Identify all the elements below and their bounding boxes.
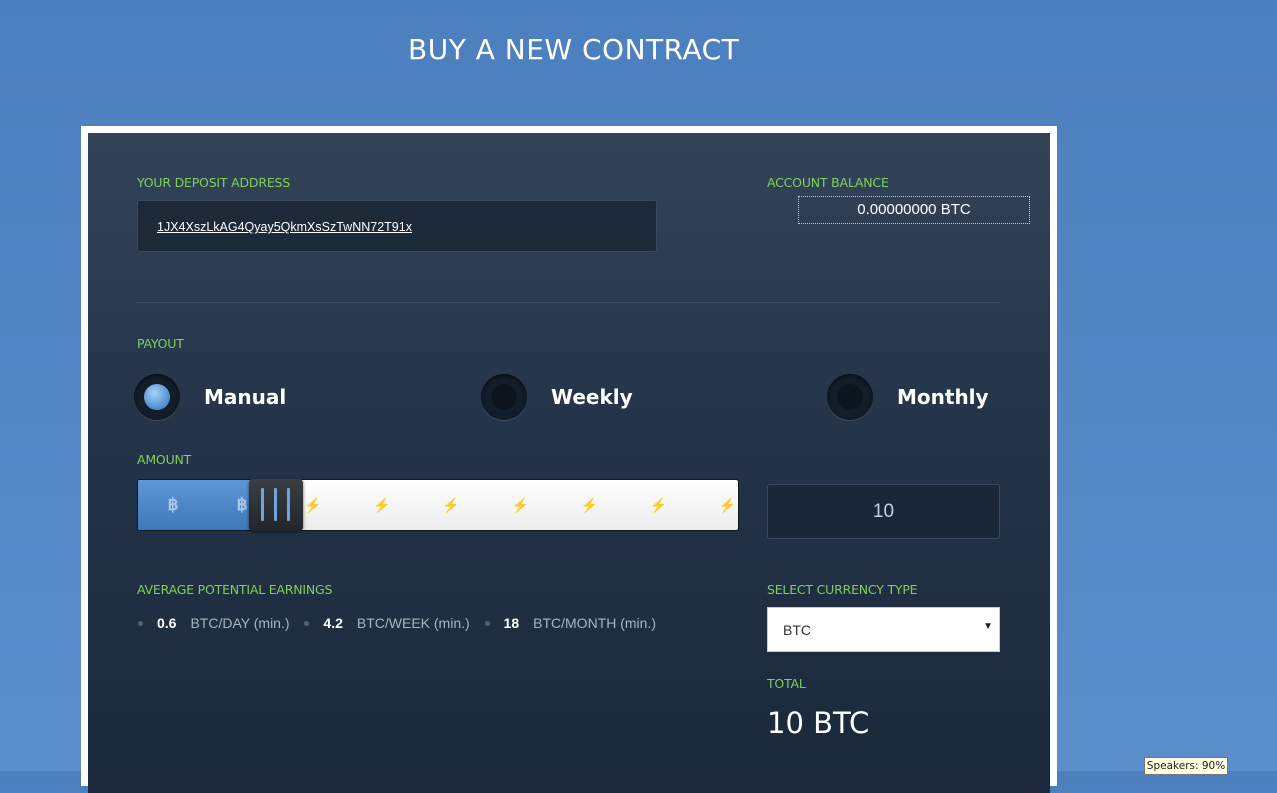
payout-option-label: Monthly bbox=[897, 385, 989, 409]
lightning-icon: ⚡ bbox=[649, 497, 668, 513]
earnings-unit: BTC/WEEK (min.) bbox=[356, 615, 470, 631]
account-balance-value: 0.00000000 BTC bbox=[798, 196, 1030, 224]
radio-button[interactable] bbox=[481, 374, 527, 420]
deposit-address-box: 1JX4XszLkAG4Qyay5QkmXsSzTwNN72T91x bbox=[137, 200, 657, 252]
dropdown-arrow-icon: ▼ bbox=[983, 621, 993, 632]
earnings-value: 18 bbox=[503, 615, 520, 631]
lightning-icon: ⚡ bbox=[373, 497, 391, 513]
deposit-address-link[interactable]: 1JX4XszLkAG4Qyay5QkmXsSzTwNN72T91x bbox=[157, 220, 412, 234]
contract-panel-frame: YOUR DEPOSIT ADDRESS 1JX4XszLkAG4Qyay5Qk… bbox=[81, 126, 1057, 793]
grip-line-icon bbox=[274, 488, 278, 521]
earnings-item-week: 4.2 BTC/WEEK (min.) bbox=[303, 615, 470, 631]
radio-button[interactable] bbox=[827, 374, 873, 420]
payout-label: PAYOUT bbox=[137, 336, 184, 351]
bullet-icon bbox=[484, 621, 490, 626]
contract-panel: YOUR DEPOSIT ADDRESS 1JX4XszLkAG4Qyay5Qk… bbox=[88, 133, 1050, 793]
speakers-tooltip: Speakers: 90% bbox=[1144, 757, 1228, 775]
earnings-value: 0.6 bbox=[157, 615, 177, 631]
radio-button[interactable] bbox=[134, 374, 180, 420]
bitcoin-icon: ฿ bbox=[236, 495, 248, 514]
currency-label: SELECT CURRENCY TYPE bbox=[767, 582, 918, 597]
lightning-icon: ⚡ bbox=[442, 497, 460, 513]
radio-indicator bbox=[837, 384, 863, 410]
total-label: TOTAL bbox=[767, 676, 806, 691]
payout-option-label: Weekly bbox=[551, 385, 633, 409]
currency-select[interactable]: BTC ▼ bbox=[767, 607, 1000, 652]
payout-option-label: Manual bbox=[204, 385, 287, 409]
currency-selected-value: BTC bbox=[783, 622, 811, 638]
earnings-item-day: 0.6 BTC/DAY (min.) bbox=[137, 615, 290, 631]
amount-input[interactable] bbox=[767, 484, 1000, 539]
amount-label: AMOUNT bbox=[137, 452, 192, 467]
earnings-unit: BTC/DAY (min.) bbox=[190, 615, 290, 631]
page-title: BUY A NEW CONTRACT bbox=[408, 33, 740, 66]
slider-handle[interactable] bbox=[249, 479, 304, 531]
bullet-icon bbox=[304, 621, 310, 626]
section-divider bbox=[137, 302, 999, 303]
radio-indicator bbox=[491, 384, 517, 410]
deposit-address-label: YOUR DEPOSIT ADDRESS bbox=[137, 175, 290, 190]
earnings-label: AVERAGE POTENTIAL EARNINGS bbox=[137, 582, 333, 597]
lightning-icon: ⚡ bbox=[304, 497, 322, 513]
bullet-icon bbox=[138, 621, 143, 626]
amount-slider[interactable]: ฿ ฿ ⚡ ⚡ ⚡ ⚡ ⚡ ⚡ ⚡ bbox=[137, 479, 739, 531]
lightning-icon: ⚡ bbox=[511, 497, 529, 513]
earnings-item-month: 18 BTC/MONTH (min.) bbox=[484, 615, 656, 631]
total-value: 10 BTC bbox=[767, 706, 870, 740]
earnings-unit: BTC/MONTH (min.) bbox=[533, 615, 657, 631]
grip-line-icon bbox=[261, 488, 265, 521]
grip-line-icon bbox=[287, 488, 291, 521]
bitcoin-icon: ฿ bbox=[167, 495, 179, 514]
lightning-icon: ⚡ bbox=[580, 497, 599, 513]
lightning-icon: ⚡ bbox=[718, 497, 737, 513]
radio-indicator bbox=[144, 384, 170, 410]
earnings-value: 4.2 bbox=[323, 615, 343, 631]
account-balance-label: ACCOUNT BALANCE bbox=[767, 175, 889, 190]
earnings-list: 0.6 BTC/DAY (min.) 4.2 BTC/WEEK (min.) 18 B… bbox=[137, 615, 666, 631]
